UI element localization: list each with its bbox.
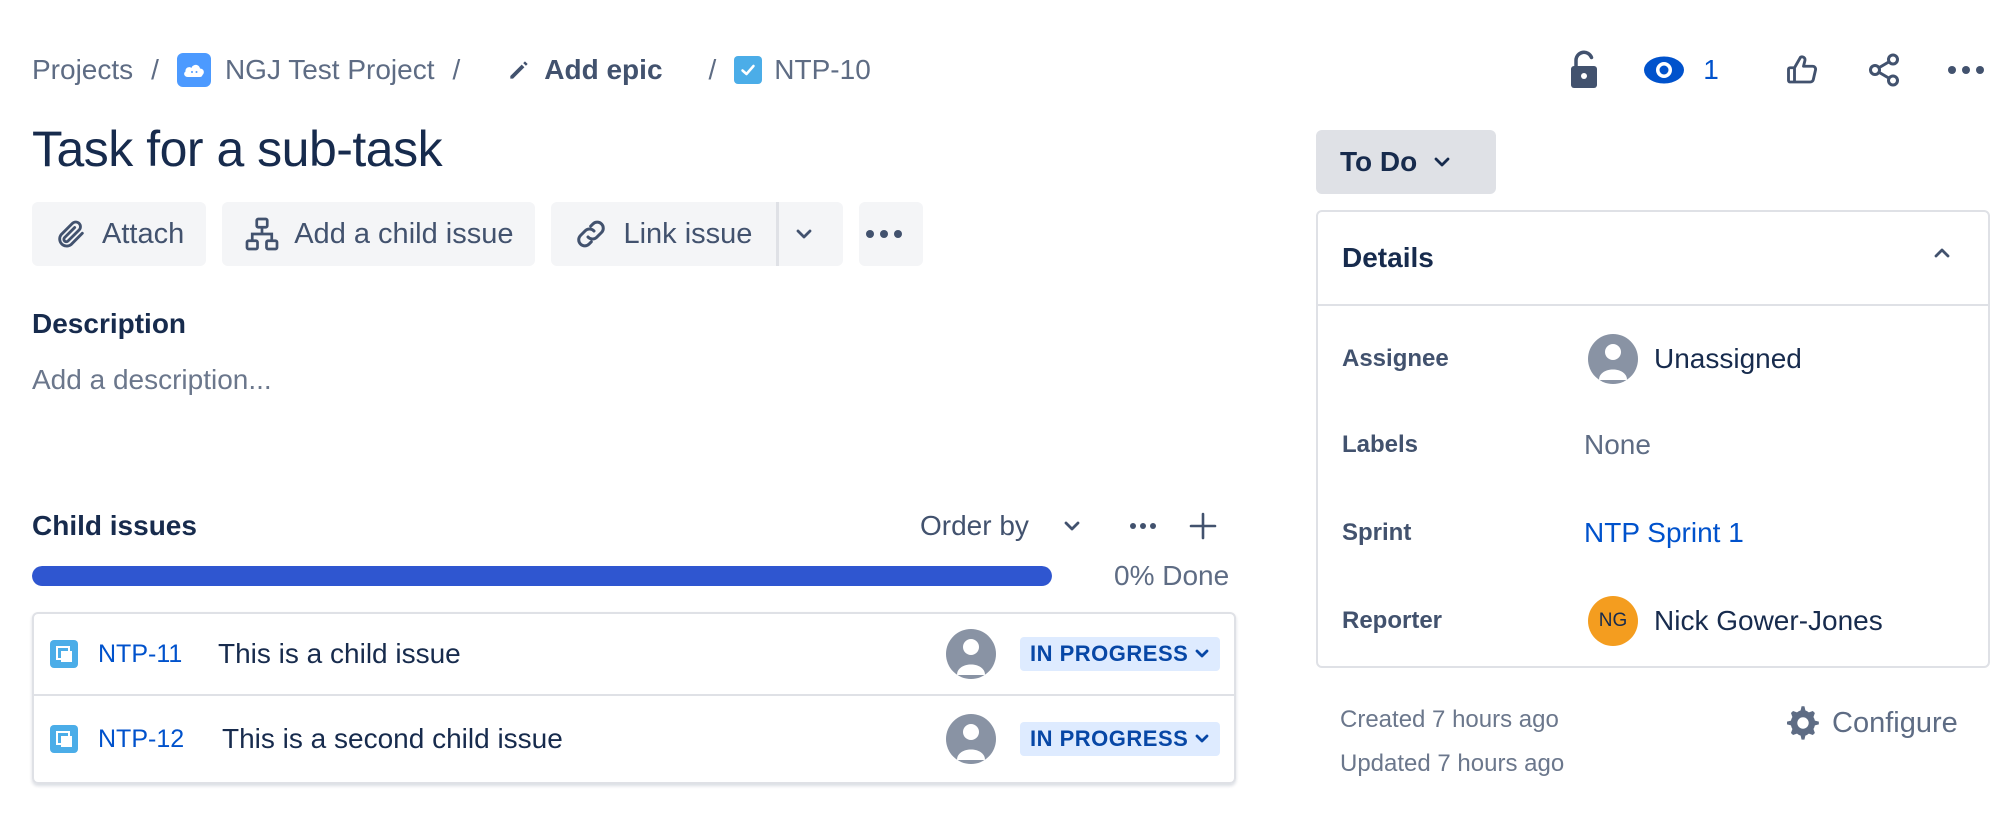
vote-button[interactable] [1772,44,1832,96]
status-lozenge[interactable]: IN PROGRESS [1020,637,1221,671]
child-issues-more-button[interactable] [1129,522,1157,530]
add-child-issue-button[interactable]: Add a child issue [222,202,536,266]
status-lozenge-label: IN PROGRESS [1030,641,1189,666]
avatar[interactable] [946,714,996,764]
status-label: To Do [1340,146,1418,177]
child-issues-list: NTP-11 This is a child issue IN PROGRESS… [32,612,1236,784]
assignee-row: Assignee Unassigned [1342,334,1962,384]
chevron-down-icon [1064,521,1080,531]
order-by-label: Order by [920,510,1029,541]
more-actions-button[interactable] [1936,44,1996,96]
created-timestamp: Created 7 hours ago [1340,706,1559,733]
reporter-label: Reporter [1342,607,1443,634]
labels-label: Labels [1342,431,1419,458]
child-issue-key-link[interactable]: NTP-11 [98,640,182,669]
cloud-project-icon [176,53,211,87]
avatar[interactable] [946,629,996,679]
chevron-down-icon [797,229,812,239]
lock-icon [1571,50,1597,88]
hierarchy-icon [245,217,279,251]
share-icon [1869,53,1899,87]
status-lozenge-label: IN PROGRESS [1030,726,1189,751]
progress-label: 0% Done [1114,560,1230,591]
add-epic-label: Add epic [544,54,663,85]
breadcrumb-separator: / [452,54,461,85]
child-issues-progress-bar [32,566,1052,586]
assignee-value: Unassigned [1654,343,1802,374]
thumbs-up-icon [1787,55,1817,84]
order-by-button[interactable]: Order by [920,510,1081,542]
description-input[interactable]: Add a description... [32,364,272,396]
details-panel: Details Assignee Unassigned Labels None … [1316,210,1990,668]
subtask-icon [50,725,78,753]
attach-button[interactable]: Attach [32,202,207,266]
pencil-icon [510,61,528,79]
reporter-value: Nick Gower-Jones [1654,605,1883,636]
issue-actions-bar: 1 [1554,44,2014,96]
chevron-up-icon[interactable] [1932,246,1952,260]
link-issue-label: Link issue [623,217,753,250]
breadcrumb-project-link[interactable]: NGJ Test Project [225,54,435,86]
chevron-down-icon [1195,734,1209,743]
breadcrumb: Projects / NGJ Test Project / Add epic /… [32,50,871,90]
issue-title[interactable]: Task for a sub-task [32,120,443,178]
link-icon [577,220,606,248]
child-issues-controls: Order by [920,506,1217,546]
configure-label: Configure [1832,706,1958,739]
list-item[interactable]: NTP-11 This is a child issue IN PROGRESS [34,614,1234,696]
sprint-row: Sprint NTP Sprint 1 [1342,508,1962,558]
details-heading: Details [1342,242,1434,273]
assignee-field[interactable]: Unassigned [1588,334,1802,384]
assignee-label: Assignee [1342,345,1449,372]
eye-icon [1644,56,1685,84]
child-issues-heading: Child issues [32,510,197,541]
avatar: NG [1588,596,1638,646]
status-lozenge[interactable]: IN PROGRESS [1020,722,1221,756]
subtask-icon [50,640,78,668]
breadcrumb-issue-key-link[interactable]: NTP-10 [774,54,870,86]
task-checkbox-icon [734,56,763,84]
labels-field[interactable]: None [1584,429,1651,461]
share-button[interactable] [1854,44,1914,96]
sprint-label: Sprint [1342,519,1412,546]
details-header[interactable]: Details [1318,212,1988,306]
avatar [1588,334,1638,384]
reporter-field[interactable]: NG Nick Gower-Jones [1588,596,1883,646]
chevron-down-icon [1434,157,1450,167]
watch-button[interactable]: 1 [1636,44,1726,96]
more-icon [1948,66,1984,74]
add-child-issue-label: Add a child issue [294,217,514,250]
child-issue-key-link[interactable]: NTP-12 [98,725,184,754]
more-icon [1129,523,1156,529]
progress-fill [32,566,1052,586]
chevron-down-icon [1195,649,1209,658]
watchers-count: 1 [1703,54,1719,85]
reporter-row: Reporter NG Nick Gower-Jones [1342,596,1962,646]
breadcrumb-projects-link[interactable]: Projects [32,54,133,86]
add-epic-button[interactable]: Add epic [506,54,663,86]
lock-button[interactable] [1554,44,1614,96]
configure-button[interactable]: Configure [1784,704,1958,742]
breadcrumb-separator: / [151,54,159,85]
attach-label: Attach [102,217,185,250]
more-icon [866,230,903,238]
updated-timestamp: Updated 7 hours ago [1340,750,1565,777]
link-issue-button[interactable]: Link issue [551,202,844,266]
sprint-link[interactable]: NTP Sprint 1 [1584,517,1744,549]
add-child-button[interactable] [1189,512,1217,540]
plus-icon [1189,512,1217,540]
description-heading: Description [32,308,187,339]
list-item[interactable]: NTP-12 This is a second child issue IN P… [34,698,1234,780]
gear-icon [1787,706,1819,740]
paperclip-icon [58,220,84,248]
child-issue-summary[interactable]: This is a second child issue [222,723,563,755]
issue-toolbar: Attach Add a child issue Link issue [32,202,939,266]
breadcrumb-separator: / [708,54,717,85]
labels-row: Labels None [1342,420,1962,470]
toolbar-more-button[interactable] [859,202,924,266]
link-issue-dropdown[interactable] [779,228,843,240]
status-dropdown-button[interactable]: To Do [1316,130,1496,194]
child-issue-summary[interactable]: This is a child issue [218,638,461,670]
